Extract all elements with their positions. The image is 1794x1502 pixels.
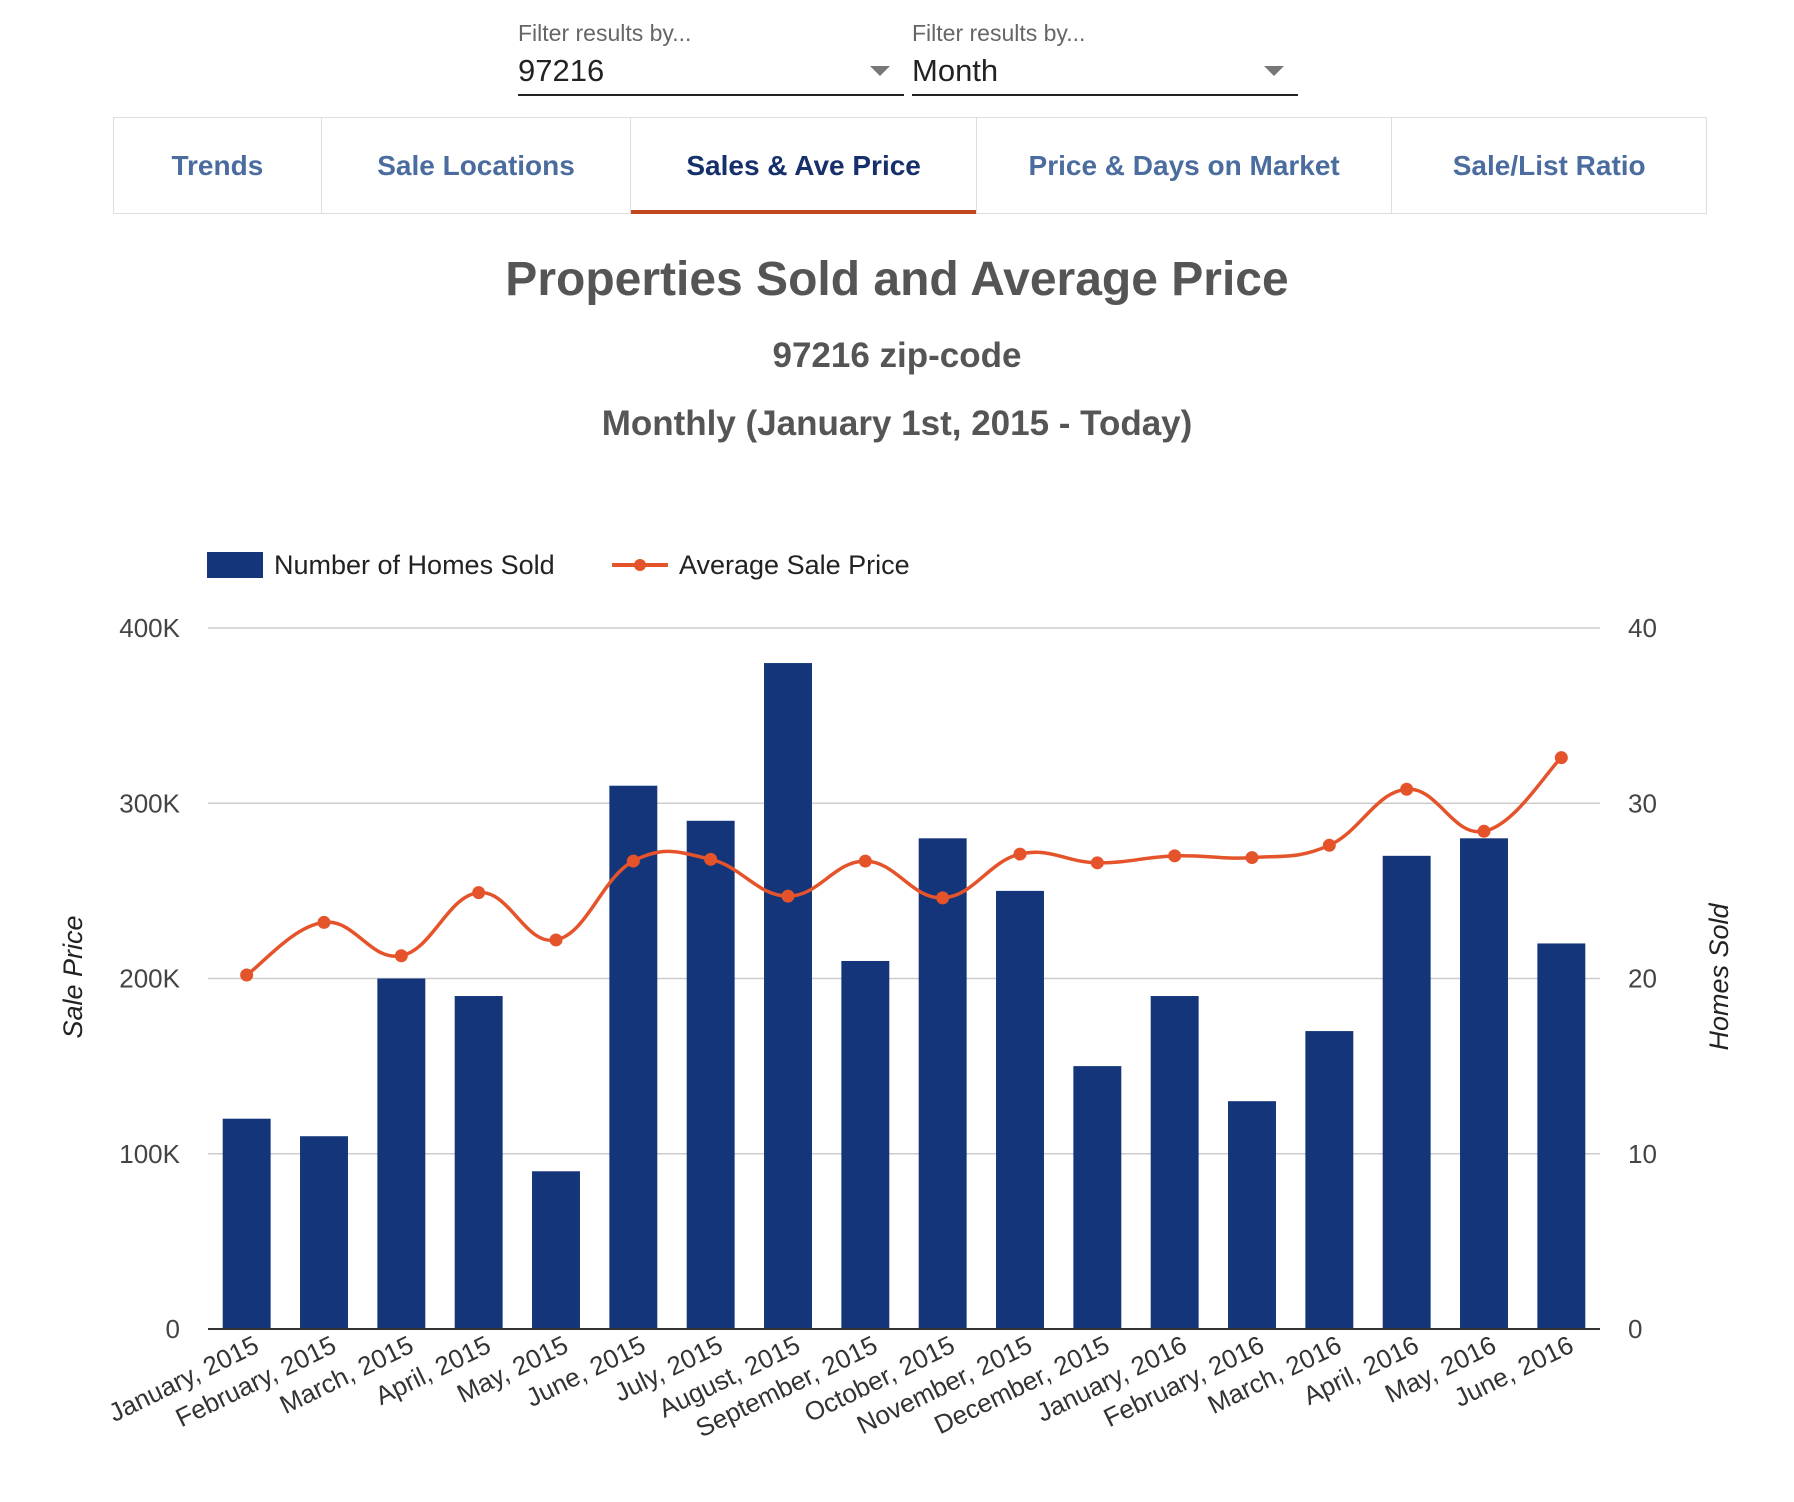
- y-tick-label-left: 0: [166, 1314, 180, 1344]
- tab-sales-ave-price[interactable]: Sales & Ave Price: [631, 118, 977, 214]
- y-axis-title-left: Sale Price: [58, 915, 88, 1038]
- point-average-sale-price: [1245, 851, 1259, 865]
- bar-homes-sold: [1537, 943, 1586, 1329]
- legend-swatch-bars: [207, 552, 263, 578]
- point-average-sale-price: [1168, 849, 1182, 863]
- chart-subtitle: 97216 zip-code: [772, 336, 1022, 375]
- bar-homes-sold: [222, 1118, 271, 1329]
- point-average-sale-price: [1554, 751, 1568, 765]
- bar-homes-sold: [454, 996, 503, 1329]
- point-average-sale-price: [1477, 824, 1491, 838]
- bar-homes-sold: [764, 663, 812, 1329]
- y-axis-title-right: Homes Sold: [1704, 902, 1734, 1050]
- point-average-sale-price: [394, 949, 408, 963]
- line-average-sale-price: [245, 756, 1563, 977]
- bar-homes-sold: [1305, 1031, 1354, 1329]
- zip-filter-select[interactable]: 97216: [518, 48, 904, 96]
- point-average-sale-price: [317, 915, 331, 929]
- period-filter: Filter results by... Month: [912, 18, 1298, 96]
- y-tick-label-right: 20: [1628, 964, 1657, 994]
- y-tick-label-left: 200K: [119, 964, 180, 994]
- zip-filter-label: Filter results by...: [518, 20, 692, 46]
- bar-homes-sold: [300, 1136, 348, 1329]
- bar-homes-sold: [1150, 996, 1199, 1329]
- bar-homes-sold: [996, 890, 1044, 1329]
- chart-title: Properties Sold and Average Price: [505, 253, 1289, 306]
- tab-sale-locations[interactable]: Sale Locations: [322, 118, 632, 213]
- point-average-sale-price: [936, 891, 950, 905]
- filters-bar: Filter results by... 97216 Filter result…: [518, 18, 1298, 104]
- chart-period: Monthly (January 1st, 2015 - Today): [601, 404, 1193, 443]
- legend-label-line: Average Sale Price: [679, 550, 910, 580]
- y-tick-label-right: 0: [1628, 1314, 1642, 1344]
- chart-tabs: Trends Sale Locations Sales & Ave Price …: [113, 117, 1707, 214]
- y-tick-label-left: 400K: [119, 613, 180, 643]
- point-average-sale-price: [858, 854, 872, 868]
- bar-homes-sold: [532, 1171, 580, 1329]
- point-average-sale-price: [472, 886, 486, 900]
- bar-homes-sold: [918, 838, 967, 1329]
- point-average-sale-price: [240, 968, 254, 982]
- period-filter-select[interactable]: Month: [912, 48, 1298, 96]
- legend-label-bars: Number of Homes Sold: [274, 550, 555, 580]
- combo-chart: Number of Homes Sold Average Sale Price 0 0…: [58, 550, 1734, 1443]
- point-average-sale-price: [626, 854, 640, 868]
- y-tick-label-right: 10: [1628, 1139, 1657, 1169]
- tab-sale-list-ratio[interactable]: Sale/List Ratio: [1392, 118, 1706, 213]
- y-tick-label-right: 40: [1628, 613, 1657, 643]
- legend-marker-line: [634, 559, 646, 571]
- point-average-sale-price: [549, 933, 563, 947]
- point-average-sale-price: [704, 852, 718, 866]
- period-filter-label: Filter results by...: [912, 20, 1086, 46]
- zip-filter-value: 97216: [518, 53, 605, 88]
- point-average-sale-price: [1322, 838, 1336, 852]
- y-tick-label-left: 300K: [119, 788, 180, 818]
- bar-homes-sold: [1382, 855, 1431, 1329]
- point-average-sale-price: [1090, 856, 1104, 870]
- bar-homes-sold: [686, 820, 735, 1329]
- point-average-sale-price: [781, 889, 795, 903]
- bar-homes-sold: [1073, 1066, 1122, 1329]
- chevron-down-icon: [870, 66, 890, 76]
- point-average-sale-price: [1400, 782, 1414, 796]
- tab-trends[interactable]: Trends: [114, 118, 322, 213]
- bar-homes-sold: [1460, 838, 1508, 1329]
- point-average-sale-price: [1013, 847, 1027, 861]
- bar-homes-sold: [841, 960, 890, 1329]
- bar-homes-sold: [1228, 1101, 1276, 1329]
- chevron-down-icon: [1264, 66, 1284, 76]
- y-tick-label-right: 30: [1628, 788, 1657, 818]
- zip-filter: Filter results by... 97216: [518, 18, 904, 96]
- bar-homes-sold: [377, 978, 426, 1329]
- period-filter-value: Month: [912, 53, 999, 88]
- tab-price-days-on-market[interactable]: Price & Days on Market: [977, 118, 1393, 213]
- y-tick-label-left: 100K: [119, 1139, 180, 1169]
